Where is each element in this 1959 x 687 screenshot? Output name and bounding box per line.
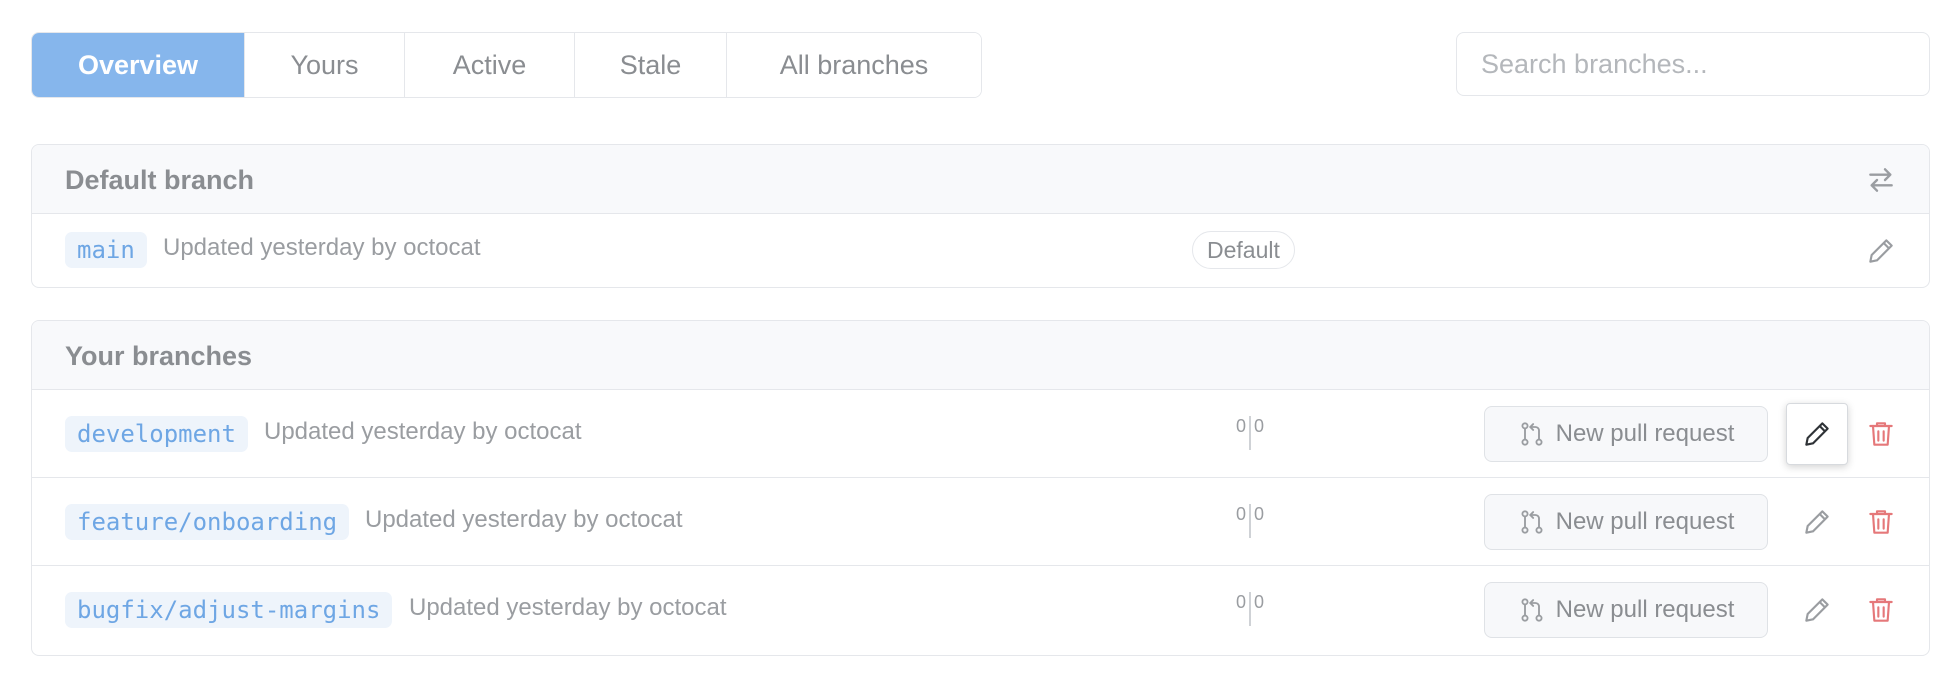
ahead-count: 0 [1254, 416, 1265, 436]
tab-active[interactable]: Active [405, 33, 575, 97]
default-branch-header: Default branch [32, 145, 1929, 214]
rename-branch-button[interactable] [1786, 579, 1848, 641]
rename-branch-button[interactable] [1786, 491, 1848, 553]
behind-count: 0 [1235, 416, 1246, 436]
branch-updated-meta: Updated yesterday by octocat [365, 506, 683, 533]
new-pull-request-button[interactable]: New pull request [1484, 406, 1768, 462]
tab-overview[interactable]: Overview [32, 33, 245, 97]
switch-default-branch-button[interactable] [1850, 149, 1912, 211]
branch-name-link[interactable]: feature/onboarding [65, 504, 350, 540]
delete-branch-button[interactable] [1850, 491, 1912, 553]
new-pull-request-label: New pull request [1555, 596, 1735, 623]
pencil-icon [1805, 510, 1829, 534]
trash-icon [1869, 422, 1893, 446]
ahead-behind-indicator: 0 0 [1226, 416, 1274, 456]
branch-row: development Updated yesterday by octocat… [32, 390, 1929, 478]
new-pull-request-button[interactable]: New pull request [1484, 582, 1768, 638]
behind-count: 0 [1235, 592, 1246, 612]
your-branches-title: Your branches [65, 341, 253, 371]
pencil-icon [1805, 598, 1829, 622]
tab-all-branches[interactable]: All branches [727, 33, 981, 97]
branch-name-link[interactable]: bugfix/adjust-margins [65, 592, 393, 628]
new-pull-request-label: New pull request [1555, 420, 1735, 447]
ahead-behind-divider [1249, 592, 1251, 626]
default-branch-panel: Default branch main Updated yesterday by… [31, 144, 1930, 288]
ahead-behind-indicator: 0 0 [1226, 592, 1274, 632]
tab-yours[interactable]: Yours [245, 33, 405, 97]
new-pull-request-button[interactable]: New pull request [1484, 494, 1768, 550]
behind-count: 0 [1235, 504, 1246, 524]
branch-updated-meta: Updated yesterday by octocat [163, 234, 481, 261]
tab-stale[interactable]: Stale [575, 33, 727, 97]
branch-row-main: main Updated yesterday by octocat Defaul… [32, 214, 1929, 287]
delete-branch-button[interactable] [1850, 403, 1912, 465]
default-branch-title: Default branch [65, 165, 255, 195]
rename-branch-button[interactable] [1850, 220, 1912, 282]
branch-updated-meta: Updated yesterday by octocat [264, 418, 582, 445]
branch-name-link[interactable]: development [65, 416, 248, 452]
trash-icon [1869, 510, 1893, 534]
ahead-count: 0 [1254, 592, 1265, 612]
branch-name-link[interactable]: main [65, 232, 147, 268]
ahead-behind-divider [1249, 416, 1251, 450]
branch-row: bugfix/adjust-margins Updated yesterday … [32, 566, 1929, 655]
branch-updated-meta: Updated yesterday by octocat [409, 594, 727, 621]
branch-filter-tabs: Overview Yours Active Stale All branches [31, 32, 982, 98]
ahead-count: 0 [1254, 504, 1265, 524]
new-pull-request-label: New pull request [1555, 508, 1735, 535]
git-pull-request-icon [1521, 422, 1543, 446]
your-branches-panel: Your branches development Updated yester… [31, 320, 1930, 656]
search-branches-input[interactable] [1456, 32, 1930, 96]
branch-row: feature/onboarding Updated yesterday by … [32, 478, 1929, 566]
delete-branch-button[interactable] [1850, 579, 1912, 641]
git-pull-request-icon [1521, 598, 1543, 622]
arrow-switch-icon [1869, 168, 1893, 192]
default-badge: Default [1192, 231, 1295, 269]
rename-branch-button[interactable] [1786, 403, 1848, 465]
trash-icon [1869, 598, 1893, 622]
git-pull-request-icon [1521, 510, 1543, 534]
ahead-behind-indicator: 0 0 [1226, 504, 1274, 544]
your-branches-header: Your branches [32, 321, 1929, 390]
ahead-behind-divider [1249, 504, 1251, 538]
pencil-icon [1805, 422, 1829, 446]
pencil-icon [1869, 239, 1893, 263]
